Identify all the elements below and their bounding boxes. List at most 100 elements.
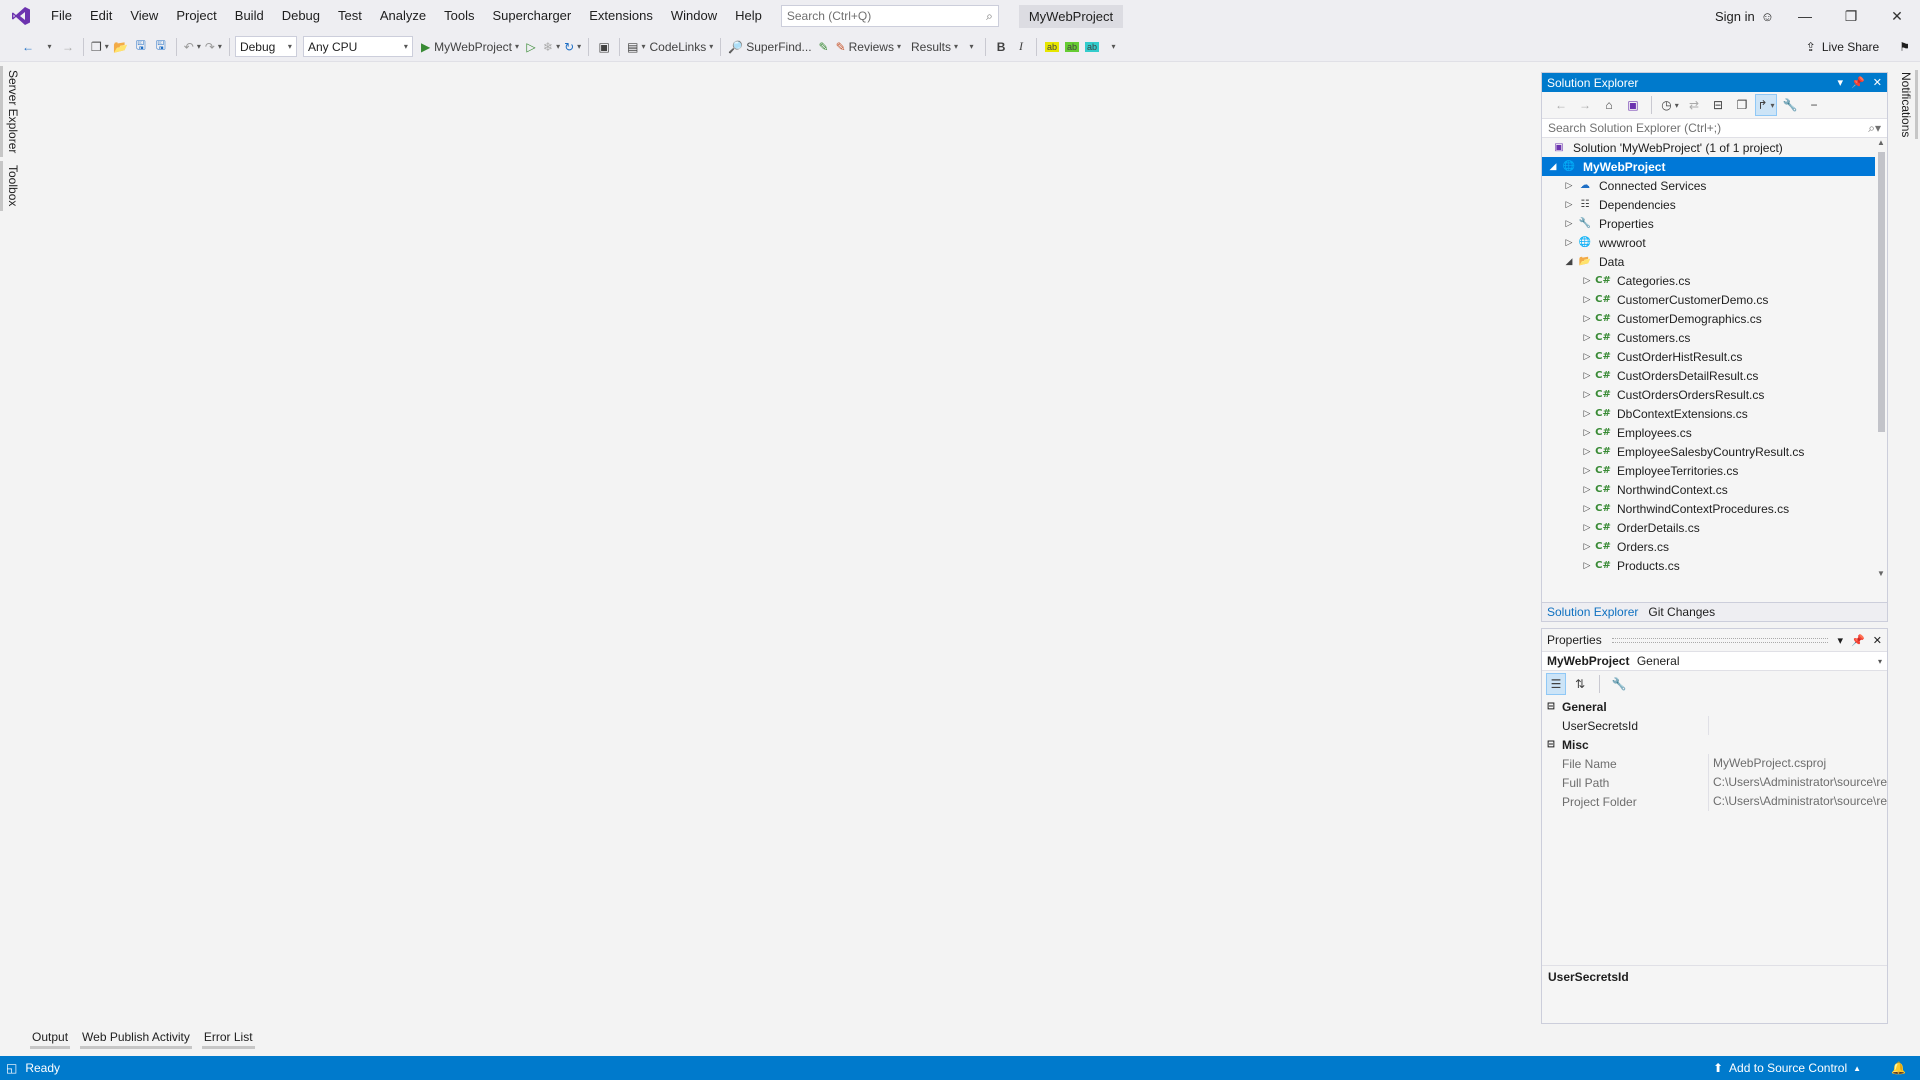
start-without-debugging-icon[interactable]: ▷ [521,36,541,58]
property-row[interactable]: File Name MyWebProject.csproj [1542,754,1887,773]
expand-icon[interactable]: ▷ [1562,199,1576,210]
file-node[interactable]: ▷ C# Customers.cs [1542,328,1887,347]
property-value[interactable] [1708,716,1887,735]
property-row[interactable]: Project Folder C:\Users\Administrator\sou… [1542,792,1887,811]
expand-icon[interactable]: ▷ [1580,370,1594,381]
pin-icon[interactable]: 📌 [1851,634,1865,647]
expand-icon[interactable]: ▷ [1580,484,1594,495]
expand-icon[interactable]: ▷ [1580,427,1594,438]
forward-icon[interactable]: → [1574,94,1596,116]
menu-item-help[interactable]: Help [726,0,771,32]
tree-scrollbar[interactable]: ▲ ▼ [1875,138,1887,578]
object-selector[interactable]: MyWebProject General ▾ [1542,651,1887,671]
toolbox-tab[interactable]: Toolbox [0,161,23,211]
solution-explorer-search-input[interactable]: Search Solution Explorer (Ctrl+;) ⌕▾ [1542,118,1887,138]
tree-node[interactable]: ▷ 🌐 wwwroot [1542,233,1887,252]
expand-icon[interactable]: ▷ [1580,503,1594,514]
tree-node[interactable]: ◢ 📂 Data [1542,252,1887,271]
file-node[interactable]: ▷C#Region.cs [1542,575,1887,579]
search-box[interactable]: Search (Ctrl+Q) ⌕ [780,5,999,27]
menu-item-file[interactable]: File [42,0,81,32]
property-value[interactable]: MyWebProject.csproj [1708,754,1887,773]
alphabetical-icon[interactable]: ⇅ [1570,673,1590,695]
tab-solution-explorer[interactable]: Solution Explorer [1542,605,1643,619]
window-position-icon[interactable]: ▾ [1838,76,1844,89]
scroll-up-icon[interactable]: ▲ [1875,138,1887,147]
menu-item-window[interactable]: Window [662,0,726,32]
file-node[interactable]: ▷ C# CustOrdersOrdersResult.cs [1542,385,1887,404]
expand-icon[interactable]: ▷ [1562,237,1576,248]
expand-icon[interactable]: ▷ [1580,560,1594,571]
solution-node[interactable]: ▣ Solution 'MyWebProject' (1 of 1 projec… [1542,138,1887,157]
tab-web-publish-activity[interactable]: Web Publish Activity [80,1030,192,1049]
results-button[interactable]: Results ▾ [909,36,960,58]
expand-icon[interactable]: ▷ [1580,446,1594,457]
browser-link-icon[interactable]: ▣ [594,36,614,58]
minimize-button[interactable]: — [1782,0,1828,32]
start-debugging-button[interactable]: ▶ MyWebProject ▾ [419,36,521,58]
menu-item-build[interactable]: Build [226,0,273,32]
menu-item-edit[interactable]: Edit [81,0,121,32]
notifications-tab[interactable]: Notifications [1897,70,1918,140]
pin-icon[interactable]: 📌 [1851,76,1865,89]
file-node[interactable]: ▷ C# CustomerDemographics.cs [1542,309,1887,328]
tree-node[interactable]: ▷ 🔧 Properties [1542,214,1887,233]
collapse-all-icon[interactable]: ⊟ [1707,94,1729,116]
expand-icon[interactable]: ▷ [1580,408,1594,419]
file-node[interactable]: ▷ C# EmployeeSalesbyCountryResult.cs [1542,442,1887,461]
menu-item-extensions[interactable]: Extensions [580,0,662,32]
tree-node[interactable]: ▷ ☁ Connected Services [1542,176,1887,195]
expand-icon[interactable]: ▷ [1580,294,1594,305]
scrollbar-thumb[interactable] [1878,152,1885,432]
tree-node[interactable]: ▷ ☷ Dependencies [1542,195,1887,214]
save-all-icon[interactable]: 🖫 [151,36,171,58]
expand-icon[interactable]: ▷ [1580,332,1594,343]
server-explorer-tab[interactable]: Server Explorer [0,66,23,158]
sync-icon[interactable]: ⇄ [1683,94,1705,116]
new-project-icon[interactable]: ❐ ▾ [89,36,111,58]
file-node[interactable]: ▷ C# Products.cs [1542,556,1887,575]
back-icon[interactable]: ← [1550,94,1572,116]
expand-icon[interactable]: ▷ [1580,541,1594,552]
close-icon[interactable]: ✕ [1873,634,1882,647]
reviews-button[interactable]: ✎ Reviews ▾ [834,36,903,58]
tab-error-list[interactable]: Error List [201,1030,255,1049]
sign-in-button[interactable]: Sign in ☺ [1707,9,1782,24]
file-node[interactable]: ▷ C# CustomerCustomerDemo.cs [1542,290,1887,309]
project-node[interactable]: ◢ 🌐 MyWebProject [1542,157,1887,176]
save-icon[interactable]: 🖫 [131,36,151,58]
expand-icon[interactable]: ◢ [1546,161,1560,172]
navigate-forward-icon[interactable]: → [58,36,78,58]
restore-button[interactable]: ❐ [1828,0,1874,32]
preview-selected-icon[interactable]: ↱ ▾ [1755,94,1777,116]
search-icon[interactable]: ⌕▾ [1868,121,1881,136]
expand-icon[interactable]: ▷ [1580,313,1594,324]
property-category[interactable]: ⊟ General [1542,697,1887,716]
file-node[interactable]: ▷ C# NorthwindContextProcedures.cs [1542,499,1887,518]
menu-item-tools[interactable]: Tools [435,0,483,32]
tab-output[interactable]: Output [30,1030,71,1049]
notifications-bell-icon[interactable]: 🔔 [1891,1061,1906,1075]
highlight-cyan-icon[interactable]: ab [1082,36,1102,58]
collapse-category-icon[interactable]: ⊟ [1544,739,1558,750]
expand-icon[interactable]: ▷ [1580,522,1594,533]
add-to-source-control-button[interactable]: ⬆ Add to Source Control ▲ [1713,1061,1861,1075]
preview-icon[interactable]: − [1803,94,1825,116]
solution-platform-select[interactable]: Any CPU ▾ [302,36,413,57]
superfind-button[interactable]: 🔎 SuperFind... [726,36,813,58]
menu-item-project[interactable]: Project [167,0,225,32]
toolbar-overflow-icon[interactable]: ▾ [960,36,980,58]
redo-icon[interactable]: ↷ ▾ [203,36,224,58]
italic-button[interactable]: I [1011,36,1031,58]
file-node[interactable]: ▷ C# Orders.cs [1542,537,1887,556]
properties-wrench-icon[interactable]: 🔧 [1779,94,1801,116]
refresh-icon[interactable]: ↻ ▾ [562,36,583,58]
expand-icon[interactable]: ▷ [1562,218,1576,229]
property-value[interactable]: C:\Users\Administrator\source\re [1708,773,1887,792]
collapse-category-icon[interactable]: ⊟ [1544,701,1558,712]
home-icon[interactable]: ⌂ [1598,94,1620,116]
back-dropdown-icon[interactable]: ▾ [38,36,58,58]
feedback-icon[interactable]: ⚑ [1899,40,1910,54]
codelinks-button[interactable]: CodeLinks ▾ [648,36,716,58]
file-node[interactable]: ▷ C# EmployeeTerritories.cs [1542,461,1887,480]
